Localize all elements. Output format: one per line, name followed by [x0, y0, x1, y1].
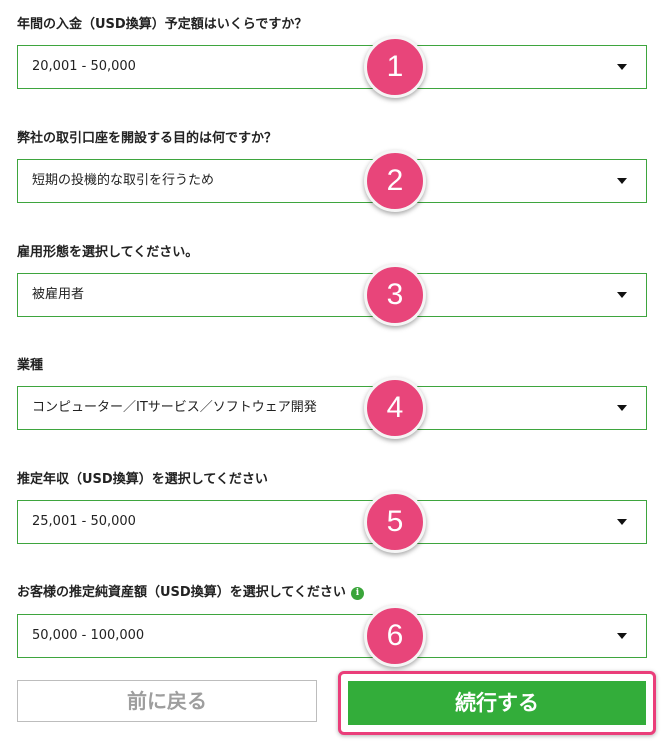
employment-status-field: 雇用形態を選択してください。 被雇用者 [17, 244, 647, 317]
info-icon[interactable]: i [350, 586, 364, 600]
account-purpose-label: 弊社の取引口座を開設する目的は何ですか？ [17, 131, 278, 146]
employment-status-select[interactable]: 被雇用者 [17, 273, 647, 317]
deposit-amount-field: 年間の入金（USD換算）予定額はいくらですか？ 20,001 - 50,000 [17, 16, 647, 89]
deposit-amount-value: 20,001 - 50,000 [32, 59, 136, 74]
industry-value: コンピューター／ITサービス／ソフトウェア開発 [32, 400, 317, 415]
back-button[interactable]: 前に戻る [17, 680, 317, 722]
caret-down-icon [617, 519, 627, 525]
annual-income-select[interactable]: 25,001 - 50,000 [17, 500, 647, 544]
net-worth-label: お客様の推定純資産額（USD換算）を選択してください i [17, 584, 647, 602]
continue-button-highlight: 続行する [338, 671, 656, 735]
step-badge-6: 6 [364, 605, 426, 667]
account-purpose-select[interactable]: 短期の投機的な取引を行うため [17, 159, 647, 203]
step-badge-5: 5 [364, 491, 426, 553]
industry-field: 業種 コンピューター／ITサービス／ソフトウェア開発 [17, 357, 647, 430]
continue-button[interactable]: 続行する [348, 681, 646, 725]
industry-select[interactable]: コンピューター／ITサービス／ソフトウェア開発 [17, 386, 647, 430]
industry-label: 業種 [17, 358, 44, 373]
account-purpose-field: 弊社の取引口座を開設する目的は何ですか？ 短期の投機的な取引を行うため [17, 130, 647, 203]
caret-down-icon [617, 405, 627, 411]
caret-down-icon [617, 292, 627, 298]
employment-status-label: 雇用形態を選択してください。 [17, 245, 199, 260]
step-badge-3: 3 [364, 264, 426, 326]
net-worth-value: 50,000 - 100,000 [32, 628, 145, 643]
net-worth-field: お客様の推定純資産額（USD換算）を選択してください i 50,000 - 10… [17, 584, 647, 658]
step-badge-1: 1 [364, 36, 426, 98]
caret-down-icon [617, 64, 627, 70]
annual-income-label: 推定年収（USD換算）を選択してください [17, 472, 268, 487]
step-badge-4: 4 [364, 377, 426, 439]
caret-down-icon [617, 178, 627, 184]
annual-income-value: 25,001 - 50,000 [32, 514, 136, 529]
net-worth-select[interactable]: 50,000 - 100,000 [17, 614, 647, 658]
caret-down-icon [617, 633, 627, 639]
account-purpose-value: 短期の投機的な取引を行うため [32, 173, 215, 188]
deposit-amount-select[interactable]: 20,001 - 50,000 [17, 45, 647, 89]
step-badge-2: 2 [364, 150, 426, 212]
annual-income-field: 推定年収（USD換算）を選択してください 25,001 - 50,000 [17, 471, 647, 544]
employment-status-value: 被雇用者 [32, 287, 85, 302]
deposit-amount-label: 年間の入金（USD換算）予定額はいくらですか？ [17, 17, 308, 32]
